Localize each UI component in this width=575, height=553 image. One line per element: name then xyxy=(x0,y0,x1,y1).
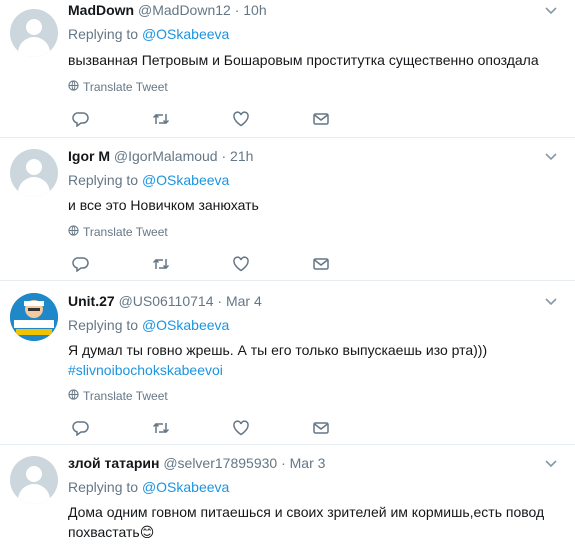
user-handle[interactable]: @MadDown12 xyxy=(138,2,231,18)
translate-label: Translate Tweet xyxy=(83,80,168,94)
like-icon[interactable] xyxy=(232,420,250,436)
separator-dot: · xyxy=(217,293,223,309)
replying-to-label: Replying to xyxy=(68,317,139,333)
timestamp[interactable]: Mar 4 xyxy=(226,293,262,309)
translate-tweet-link[interactable]: Translate Tweet xyxy=(68,389,168,403)
user-name[interactable]: злой татарин xyxy=(68,455,159,471)
tweet-text: вызванная Петровым и Бошаровым проститут… xyxy=(68,52,539,68)
chevron-down-icon[interactable] xyxy=(545,457,557,471)
translate-label: Translate Tweet xyxy=(83,389,168,403)
replying-to: Replying to @OSkabeeva xyxy=(68,479,229,495)
user-handle[interactable]: @US06110714 xyxy=(119,293,214,309)
mention-link[interactable]: @OSkabeeva xyxy=(142,26,229,42)
replying-to-label: Replying to xyxy=(68,479,139,495)
avatar[interactable] xyxy=(10,456,58,504)
replying-to-label: Replying to xyxy=(68,26,139,42)
reply-icon[interactable] xyxy=(72,111,90,127)
like-icon[interactable] xyxy=(232,256,250,272)
translate-label: Translate Tweet xyxy=(83,225,168,239)
tweet[interactable]: Unit.27 @US06110714 · Mar 4 Replying to … xyxy=(0,281,575,445)
timestamp[interactable]: 21h xyxy=(230,148,253,164)
tweet[interactable]: MadDown @MadDown12 · 10h Replying to @OS… xyxy=(0,0,575,138)
tweet-text-line: Я думал ты говно жрешь. А ты его только … xyxy=(68,342,488,358)
globe-icon xyxy=(68,80,79,94)
retweet-icon[interactable] xyxy=(152,420,170,436)
avatar-image xyxy=(10,293,58,341)
globe-icon xyxy=(68,389,79,403)
direct-message-icon[interactable] xyxy=(312,111,330,127)
mention-link[interactable]: @OSkabeeva xyxy=(142,172,229,188)
user-name[interactable]: MadDown xyxy=(68,2,134,18)
direct-message-icon[interactable] xyxy=(312,420,330,436)
translate-tweet-link[interactable]: Translate Tweet xyxy=(68,225,168,239)
avatar[interactable] xyxy=(10,293,58,341)
separator-dot: · xyxy=(234,2,240,18)
tweet[interactable]: злой татарин @selver17895930 · Mar 3 Rep… xyxy=(0,445,575,553)
replying-to: Replying to @OSkabeeva xyxy=(68,172,229,188)
tweet-text: и все это Новичком занюхать xyxy=(68,197,259,213)
separator-dot: · xyxy=(221,148,227,164)
chevron-down-icon[interactable] xyxy=(545,295,557,309)
replying-to-label: Replying to xyxy=(68,172,139,188)
hashtag-link[interactable]: #slivnoibochokskabeevoi xyxy=(68,360,565,380)
avatar[interactable] xyxy=(10,149,58,197)
user-name[interactable]: Igor M xyxy=(68,148,110,164)
reply-icon[interactable] xyxy=(72,420,90,436)
mention-link[interactable]: @OSkabeeva xyxy=(142,479,229,495)
replying-to: Replying to @OSkabeeva xyxy=(68,26,229,42)
user-name[interactable]: Unit.27 xyxy=(68,293,115,309)
chevron-down-icon[interactable] xyxy=(545,4,557,18)
tweet-text: Дома одним говном питаешься и своих зрит… xyxy=(68,504,545,540)
user-handle[interactable]: @selver17895930 xyxy=(163,455,277,471)
timestamp[interactable]: Mar 3 xyxy=(290,455,326,471)
chevron-down-icon[interactable] xyxy=(545,150,557,164)
tweet-text: Я думал ты говно жрешь. А ты его только … xyxy=(68,340,565,380)
replying-to: Replying to @OSkabeeva xyxy=(68,317,229,333)
tweet[interactable]: Igor M @IgorMalamoud · 21h Replying to @… xyxy=(0,138,575,281)
reply-icon[interactable] xyxy=(72,256,90,272)
retweet-icon[interactable] xyxy=(152,256,170,272)
avatar[interactable] xyxy=(10,9,58,57)
user-handle[interactable]: @IgorMalamoud xyxy=(114,148,218,164)
translate-tweet-link[interactable]: Translate Tweet xyxy=(68,80,168,94)
separator-dot: · xyxy=(281,455,286,471)
globe-icon xyxy=(68,225,79,239)
direct-message-icon[interactable] xyxy=(312,256,330,272)
mention-link[interactable]: @OSkabeeva xyxy=(142,317,229,333)
like-icon[interactable] xyxy=(232,111,250,127)
timestamp[interactable]: 10h xyxy=(243,2,266,18)
retweet-icon[interactable] xyxy=(152,111,170,127)
